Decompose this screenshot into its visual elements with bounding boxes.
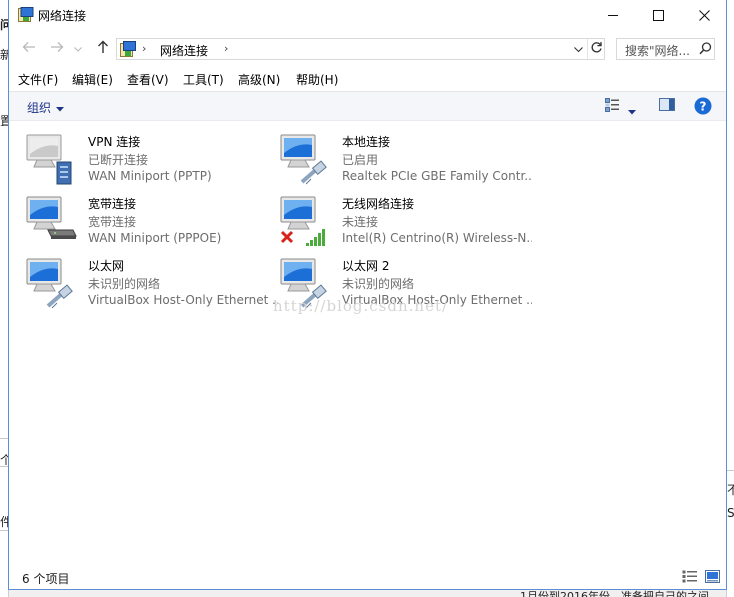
- connection-device: Intel(R) Centrino(R) Wireless-N...: [342, 231, 532, 245]
- background-text: 问: [0, 18, 8, 32]
- connection-name: 以太网: [88, 259, 125, 273]
- connection-item[interactable]: VPN 连接 已断开连接 WAN Miniport (PPTP): [26, 132, 276, 188]
- forward-button[interactable]: [47, 38, 67, 58]
- back-arrow-icon: [22, 41, 36, 56]
- background-divider: [726, 470, 734, 471]
- connection-item[interactable]: 宽带连接 宽带连接 WAN Miniport (PPPOE): [26, 194, 276, 250]
- search-input[interactable]: 搜索"网络...: [616, 38, 715, 60]
- connection-device: WAN Miniport (PPTP): [88, 169, 212, 183]
- ethernet-connection-icon: [280, 132, 332, 188]
- menu-view[interactable]: 查看(V): [127, 71, 169, 88]
- connection-name: 无线网络连接: [342, 197, 415, 211]
- connection-device: WAN Miniport (PPPOE): [88, 231, 222, 245]
- chevron-down-icon: [74, 41, 82, 55]
- back-button[interactable]: [19, 38, 39, 58]
- background-text: 新: [0, 48, 8, 62]
- forward-arrow-icon: [50, 41, 64, 56]
- change-view-button[interactable]: [605, 98, 621, 115]
- connection-name: 本地连接: [342, 135, 391, 149]
- large-icons-view-button[interactable]: [705, 570, 720, 586]
- up-button[interactable]: [93, 38, 113, 58]
- wireless-connection-icon: [280, 194, 332, 250]
- connection-device: Realtek PCIe GBE Family Contr...: [342, 169, 532, 183]
- details-view-icon: [682, 570, 697, 583]
- address-row: › 网络连接 › 搜索"网络...: [9, 34, 726, 62]
- menu-file[interactable]: 文件(F): [18, 71, 58, 88]
- connection-name: 宽带连接: [88, 197, 137, 211]
- address-dropdown-button[interactable]: [571, 39, 585, 59]
- chevron-down-icon: [573, 42, 583, 56]
- window-title: 网络连接: [38, 9, 87, 23]
- large-icons-view-icon: [705, 570, 720, 583]
- connection-item[interactable]: 无线网络连接 未连接 Intel(R) Centrino(R) Wireless…: [280, 194, 532, 250]
- connection-status: 已断开连接: [88, 153, 149, 167]
- watermark: http://blog.csdn.net/: [273, 297, 449, 315]
- item-count: 6 个项目: [22, 572, 70, 586]
- recent-locations-button[interactable]: [71, 38, 85, 58]
- search-icon: [699, 42, 712, 58]
- connection-device: VirtualBox Host-Only Ethernet ...: [88, 293, 278, 307]
- caret-down-icon: [628, 104, 636, 118]
- refresh-button[interactable]: [587, 39, 605, 59]
- ethernet-connection-icon: [26, 256, 78, 312]
- broadband-connection-icon: [26, 194, 78, 250]
- close-button[interactable]: [681, 0, 726, 30]
- connection-status: 已启用: [342, 153, 379, 167]
- connection-status: 宽带连接: [88, 215, 137, 229]
- connection-status: 未识别的网络: [342, 277, 415, 291]
- svg-text:?: ?: [700, 100, 707, 114]
- title-bar[interactable]: 网络连接: [9, 0, 726, 30]
- connection-name: VPN 连接: [88, 135, 141, 149]
- menu-help[interactable]: 帮助(H): [296, 71, 338, 88]
- command-bar: 组织 ?: [9, 91, 726, 121]
- connection-status: 未连接: [342, 215, 379, 229]
- background-text: 不: [727, 483, 734, 497]
- search-placeholder: 搜索"网络...: [625, 44, 690, 58]
- up-arrow-icon: [97, 40, 109, 57]
- details-view-button[interactable]: [682, 570, 698, 586]
- help-icon: ?: [694, 97, 712, 118]
- network-connections-window: 网络连接 › 网络连接 › 搜索"网络... 文件(F) 编辑(E) 查看(V)…: [8, 0, 727, 590]
- network-folder-icon: [120, 41, 137, 57]
- connection-item[interactable]: 以太网 未识别的网络 VirtualBox Host-Only Ethernet…: [26, 256, 278, 312]
- view-menu-button[interactable]: [628, 104, 636, 118]
- menu-tools[interactable]: 工具(T): [183, 71, 224, 88]
- background-text: 置: [0, 114, 8, 128]
- connection-item[interactable]: 本地连接 已启用 Realtek PCIe GBE Family Contr..…: [280, 132, 532, 188]
- connection-status: 未识别的网络: [88, 277, 161, 291]
- minimize-button[interactable]: [590, 0, 636, 30]
- minimize-icon: [607, 10, 619, 21]
- help-button[interactable]: ?: [694, 97, 712, 118]
- close-icon: [698, 9, 710, 21]
- refresh-icon: [590, 41, 603, 57]
- organize-button[interactable]: 组织: [27, 99, 65, 116]
- caret-down-icon: [56, 101, 65, 115]
- organize-label: 组织: [27, 101, 52, 115]
- address-bar[interactable]: › 网络连接 ›: [116, 38, 605, 60]
- background-text: S: [727, 506, 734, 520]
- breadcrumb[interactable]: 网络连接: [160, 42, 208, 59]
- status-bar: 6 个项目: [9, 566, 726, 589]
- menu-advanced[interactable]: 高级(N): [238, 71, 280, 88]
- menu-bar: 文件(F) 编辑(E) 查看(V) 工具(T) 高级(N) 帮助(H): [9, 68, 726, 90]
- connections-list: VPN 连接 已断开连接 WAN Miniport (PPTP) 本地连接 已启…: [9, 122, 726, 562]
- maximize-button[interactable]: [635, 0, 681, 30]
- breadcrumb-separator-icon[interactable]: ›: [224, 42, 228, 55]
- preview-pane-button[interactable]: [659, 98, 675, 114]
- vpn-connection-icon: [26, 132, 78, 188]
- preview-pane-icon: [659, 98, 675, 114]
- background-text: 件: [0, 515, 8, 529]
- maximize-icon: [652, 9, 664, 21]
- network-folder-icon: [18, 7, 34, 22]
- menu-edit[interactable]: 编辑(E): [72, 71, 113, 88]
- connection-name: 以太网 2: [342, 259, 390, 273]
- view-options-icon: [605, 98, 621, 115]
- breadcrumb-separator-icon[interactable]: ›: [142, 42, 146, 55]
